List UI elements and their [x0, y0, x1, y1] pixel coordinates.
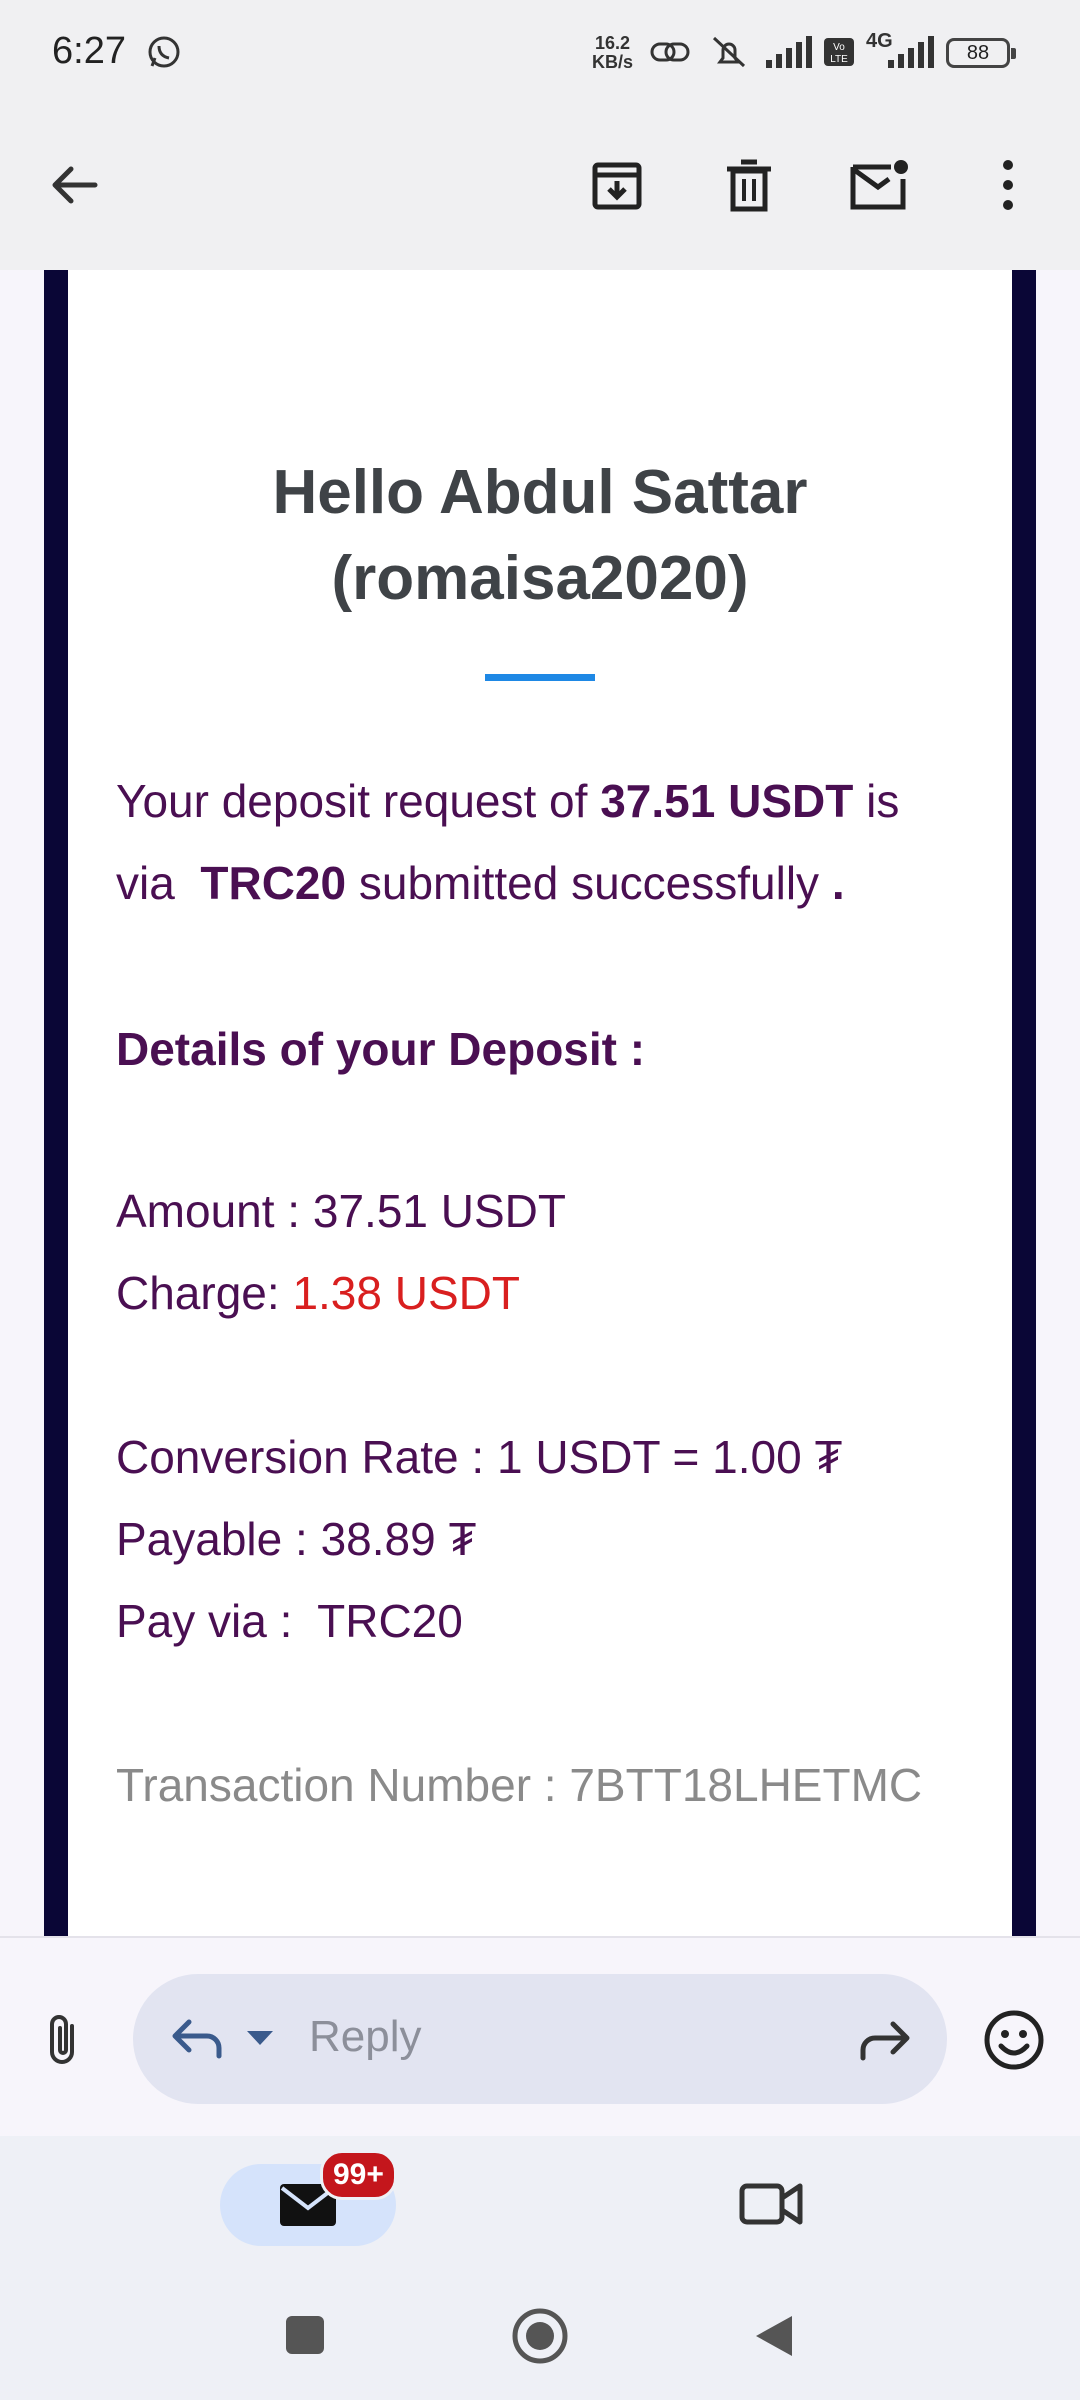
back-button[interactable]	[40, 150, 110, 220]
signal-icon	[766, 36, 812, 68]
home-circle-icon	[512, 2308, 568, 2364]
reply-placeholder: Reply	[309, 2012, 422, 2061]
conversion-rate-line: Conversion Rate : 1 USDT = 1.00 ₮	[116, 1431, 843, 1483]
back-arrow-icon	[52, 166, 98, 204]
signal-4g-icon	[888, 36, 934, 68]
emoji-icon	[984, 2010, 1044, 2070]
attach-button[interactable]	[34, 2010, 94, 2075]
reply-dropdown-icon	[247, 2031, 273, 2045]
reply-field[interactable]: Reply	[133, 1974, 947, 2104]
email-body: Hello Abdul Sattar (romaisa2020) Your de…	[0, 270, 1080, 1936]
net-speed-value: 16.2	[594, 33, 631, 53]
email-toolbar	[0, 110, 1080, 270]
net-speed: 16.2 KB/s	[592, 34, 633, 72]
details-heading: Details of your Deposit :	[116, 1023, 646, 1075]
charge-value: 1.38 USDT	[292, 1267, 520, 1319]
charge-line: Charge: 1.38 USDT	[116, 1266, 996, 1320]
volte-icon: Vo LTE	[824, 38, 854, 66]
reply-icon	[172, 2019, 222, 2059]
emoji-button[interactable]	[982, 2008, 1046, 2077]
battery-indicator: 88	[946, 38, 1016, 68]
nav-meet-tab[interactable]	[738, 2176, 804, 2237]
svg-text:Vo: Vo	[833, 42, 845, 53]
mark-unread-button[interactable]	[846, 150, 916, 220]
reply-bar: Reply	[0, 1936, 1080, 2138]
more-options-button[interactable]	[973, 150, 1043, 220]
system-back-button[interactable]	[752, 2312, 798, 2365]
deposit-amount: 37.51 USDT	[600, 775, 854, 827]
net-speed-unit: KB/s	[592, 52, 634, 72]
link-icon	[650, 42, 690, 62]
recents-square-icon	[286, 2316, 324, 2354]
message-text: is	[853, 775, 900, 827]
whatsapp-icon	[148, 36, 180, 68]
mail-badge: 99+	[320, 2150, 397, 2200]
recents-button[interactable]	[282, 2312, 328, 2363]
bottom-nav: 99+	[0, 2136, 1080, 2400]
more-options-icon	[1003, 160, 1013, 210]
mute-icon	[712, 36, 746, 68]
delete-icon	[727, 159, 771, 212]
pay-via-line: Pay via : TRC20	[116, 1595, 463, 1647]
mark-unread-icon	[850, 160, 908, 210]
message-dot: .	[831, 857, 845, 909]
charge-label: Charge:	[116, 1267, 293, 1319]
deposit-network: TRC20	[200, 857, 347, 909]
payable-line: Payable : 38.89 ₮	[116, 1513, 477, 1565]
forward-icon	[860, 2021, 910, 2061]
reply-button[interactable]	[169, 2010, 229, 2071]
transaction-number: Transaction Number : 7BTT18LHETMC	[116, 1759, 923, 1811]
email-card: Hello Abdul Sattar (romaisa2020) Your de…	[68, 270, 1012, 1936]
email-card-border: Hello Abdul Sattar (romaisa2020) Your de…	[44, 270, 1036, 1936]
deposit-message: Your deposit request of 37.51 USDT is vi…	[116, 760, 996, 924]
archive-icon	[592, 162, 642, 210]
greeting-heading: Hello Abdul Sattar (romaisa2020)	[272, 458, 808, 613]
status-time: 6:27	[52, 30, 126, 72]
message-text: submitted successfully	[346, 857, 832, 909]
forward-button[interactable]	[853, 2012, 913, 2073]
delete-button[interactable]	[714, 150, 784, 220]
amount-line: Amount : 37.51 USDT	[116, 1185, 566, 1237]
message-text: Your deposit request of	[116, 775, 601, 827]
status-bar: 6:27 16.2 KB/s Vo LTE 4G 88	[0, 0, 1080, 110]
svg-text:LTE: LTE	[830, 54, 848, 65]
attach-icon	[50, 2015, 74, 2064]
back-triangle-icon	[756, 2316, 792, 2356]
meet-video-icon	[739, 2183, 803, 2225]
message-text: via	[116, 857, 201, 909]
heading-divider	[485, 674, 595, 681]
home-button[interactable]	[510, 2306, 570, 2371]
reply-dropdown[interactable]	[245, 2028, 275, 2053]
archive-button[interactable]	[582, 150, 652, 220]
